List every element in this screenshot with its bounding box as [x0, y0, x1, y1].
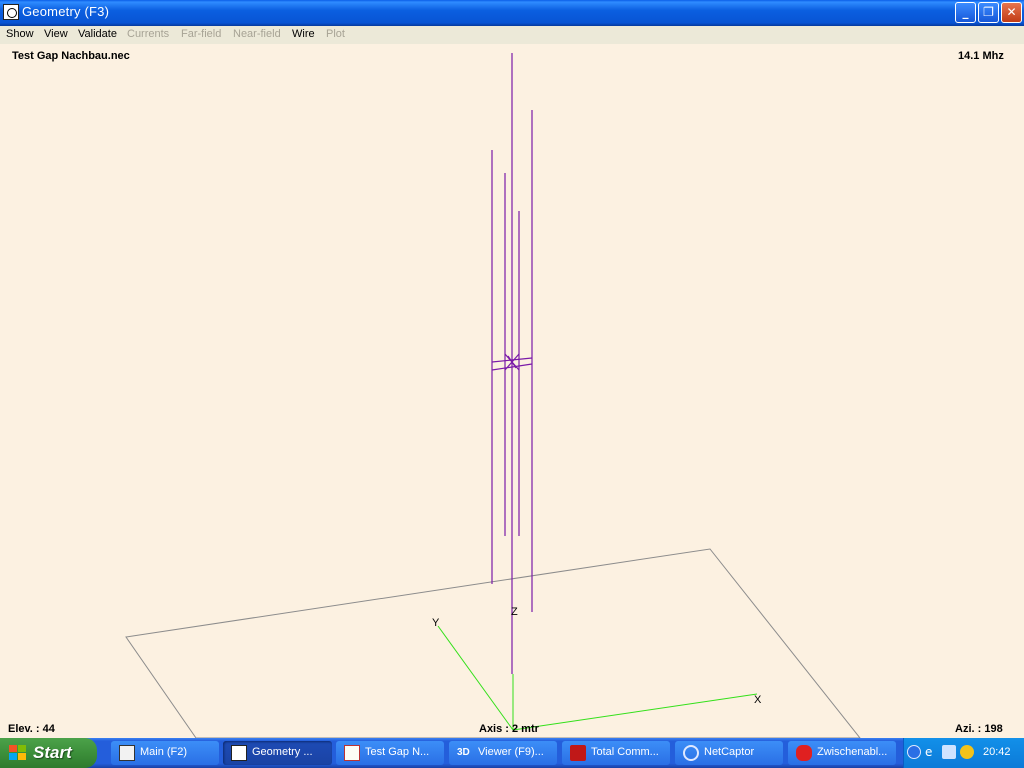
taskbar-item-netcaptor[interactable]: NetCaptor [675, 741, 783, 765]
internet-explorer-icon[interactable]: e [925, 745, 939, 759]
taskbar-item-geometry[interactable]: Geometry ... [223, 741, 332, 765]
clipboard-icon [796, 745, 812, 761]
menu-bar: Show View Validate Currents Far-field Ne… [0, 26, 1024, 44]
taskbar-item-main[interactable]: Main (F2) [111, 741, 219, 765]
minimize-button[interactable]: _ [955, 2, 976, 23]
y-axis [437, 625, 514, 731]
system-tray: e 20:42 [903, 738, 1024, 768]
3d-viewer-icon: 3D [457, 747, 470, 758]
taskbar-item-clipboard[interactable]: Zwischenabl... [788, 741, 896, 765]
frequency-readout: 14.1 Mhz [958, 50, 1004, 62]
taskbar-item-label: Zwischenabl... [817, 746, 888, 758]
menu-near-field[interactable]: Near-field [233, 28, 281, 40]
file-name: Test Gap Nachbau.nec [12, 50, 130, 62]
taskbar-item-label: Test Gap N... [365, 746, 430, 758]
window-title: Geometry (F3) [22, 4, 110, 19]
antenna-geometry-drawing [125, 53, 861, 738]
menu-wire[interactable]: Wire [292, 28, 315, 40]
taskbar-item-notepad[interactable]: Test Gap N... [336, 741, 444, 765]
axis-scale-readout: Axis : 2 mtr [479, 723, 539, 735]
taskbar-item-total-commander[interactable]: Total Comm... [562, 741, 670, 765]
network-icon[interactable] [942, 745, 956, 759]
menu-far-field[interactable]: Far-field [181, 28, 221, 40]
close-button[interactable]: ✕ [1001, 2, 1022, 23]
z-axis-label: Z [511, 606, 518, 618]
ground-plane [125, 548, 861, 738]
windows-flag-icon [9, 745, 27, 761]
clock[interactable]: 20:42 [983, 746, 1011, 758]
axes [437, 625, 758, 731]
menu-view[interactable]: View [44, 28, 68, 40]
y-axis-label: Y [432, 617, 440, 629]
notepad-icon [344, 745, 360, 761]
taskbar-item-viewer[interactable]: 3D Viewer (F9)... [449, 741, 557, 765]
taskbar-item-label: Main (F2) [140, 746, 188, 758]
taskbar-item-label: Geometry ... [252, 746, 313, 758]
title-bar[interactable]: Geometry (F3) _ ❐ ✕ [0, 0, 1024, 26]
nec-main-icon [119, 745, 135, 761]
menu-validate[interactable]: Validate [78, 28, 117, 40]
elevation-readout: Elev. : 44 [8, 723, 55, 735]
menu-show[interactable]: Show [6, 28, 34, 40]
netcaptor-icon [683, 745, 699, 761]
menu-currents[interactable]: Currents [127, 28, 169, 40]
security-icon[interactable] [960, 745, 974, 759]
taskbar: Start Main (F2) Geometry ... Test Gap N.… [0, 738, 1024, 768]
menu-plot[interactable]: Plot [326, 28, 345, 40]
start-button[interactable]: Start [0, 738, 97, 768]
azimuth-readout: Azi. : 198 [955, 723, 1003, 735]
taskbar-item-label: Viewer (F9)... [478, 746, 544, 758]
x-axis-label: X [754, 694, 762, 706]
chevron-left-icon[interactable] [907, 745, 921, 759]
maximize-button[interactable]: ❐ [978, 2, 999, 23]
taskbar-item-label: NetCaptor [704, 746, 755, 758]
geometry-canvas[interactable]: Test Gap Nachbau.nec 14.1 Mhz Z Y X Elev… [0, 44, 1024, 738]
total-commander-icon [570, 745, 586, 761]
x-axis [512, 693, 758, 731]
geometry-icon [231, 745, 247, 761]
app-icon[interactable] [3, 4, 19, 20]
start-label: Start [33, 743, 72, 762]
taskbar-item-label: Total Comm... [591, 746, 659, 758]
